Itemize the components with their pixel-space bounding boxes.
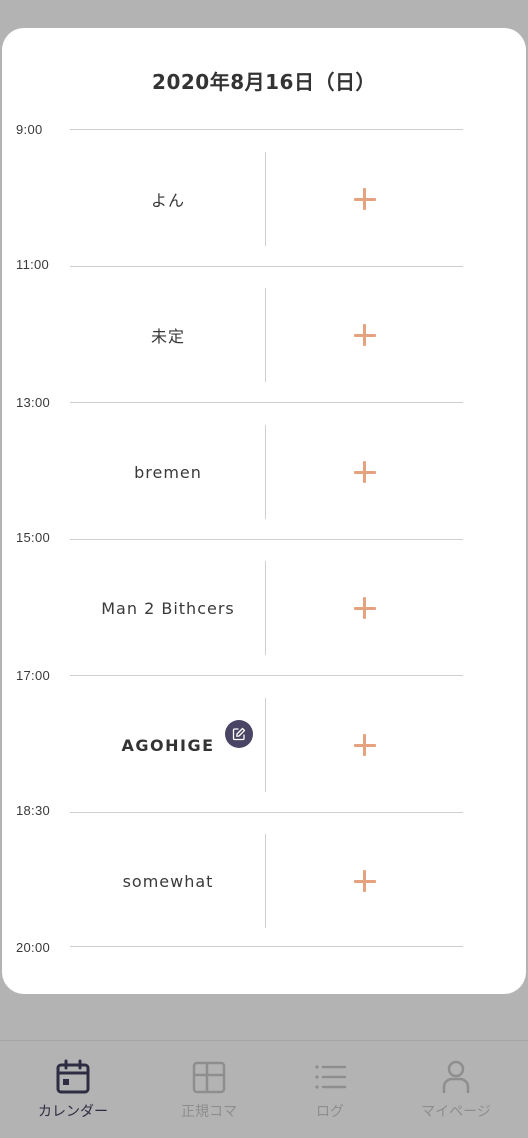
time-slot: Man 2 Bithcers xyxy=(70,561,463,655)
time-label: 20:00 xyxy=(16,940,51,955)
band-name[interactable]: somewhat xyxy=(70,834,266,928)
person-icon xyxy=(442,1060,470,1093)
time-slot: bremen xyxy=(70,425,463,519)
tab-label: 正規コマ xyxy=(181,1104,237,1120)
plus-icon xyxy=(353,870,376,892)
calendar-icon xyxy=(56,1059,90,1094)
schedule-card: 2020年8月16日（日） 9:00 11:00 13:00 15:00 17:… xyxy=(2,28,526,994)
tab-regular[interactable]: 正規コマ xyxy=(143,1041,275,1138)
list-icon xyxy=(315,1065,347,1089)
pencil-edit-icon xyxy=(232,727,246,741)
add-entry-button[interactable] xyxy=(266,288,463,382)
add-entry-button[interactable] xyxy=(266,425,463,519)
band-name[interactable]: 未定 xyxy=(70,288,266,382)
bottom-tab-bar: カレンダー 正規コマ ログ マイページ xyxy=(0,1040,528,1138)
band-name[interactable]: よん xyxy=(70,152,266,246)
time-label: 15:00 xyxy=(16,530,51,545)
band-name[interactable]: bremen xyxy=(70,425,266,519)
time-slot: 未定 xyxy=(70,288,463,382)
plus-icon xyxy=(353,597,376,619)
grid-icon xyxy=(192,1061,226,1094)
add-entry-button[interactable] xyxy=(266,834,463,928)
tab-label: カレンダー xyxy=(38,1104,108,1120)
time-divider xyxy=(70,129,463,130)
time-label: 13:00 xyxy=(16,395,51,410)
time-divider xyxy=(70,946,463,947)
time-divider xyxy=(70,812,463,813)
plus-icon xyxy=(353,324,376,346)
plus-icon xyxy=(353,188,376,210)
time-label: 11:00 xyxy=(16,257,50,272)
add-entry-button[interactable] xyxy=(266,152,463,246)
add-entry-button[interactable] xyxy=(266,698,463,792)
time-slot: よん xyxy=(70,152,463,246)
tab-log[interactable]: ログ xyxy=(264,1041,396,1138)
plus-icon xyxy=(353,734,376,756)
time-label: 9:00 xyxy=(16,122,43,137)
plus-icon xyxy=(353,461,376,483)
time-slot: somewhat xyxy=(70,834,463,928)
add-entry-button[interactable] xyxy=(266,561,463,655)
time-divider xyxy=(70,266,463,267)
time-divider xyxy=(70,539,463,540)
band-name[interactable]: Man 2 Bithcers xyxy=(70,561,266,655)
time-divider xyxy=(70,675,463,676)
time-label: 18:30 xyxy=(16,803,51,818)
time-label: 17:00 xyxy=(16,668,51,683)
time-divider xyxy=(70,402,463,403)
edit-button[interactable] xyxy=(225,720,253,748)
tab-calendar[interactable]: カレンダー xyxy=(7,1041,139,1138)
tab-label: ログ xyxy=(316,1104,344,1120)
tab-mypage[interactable]: マイページ xyxy=(390,1041,522,1138)
time-slot: AGOHIGE xyxy=(70,698,463,792)
tab-label: マイページ xyxy=(421,1104,491,1120)
page-title: 2020年8月16日（日） xyxy=(152,70,376,94)
